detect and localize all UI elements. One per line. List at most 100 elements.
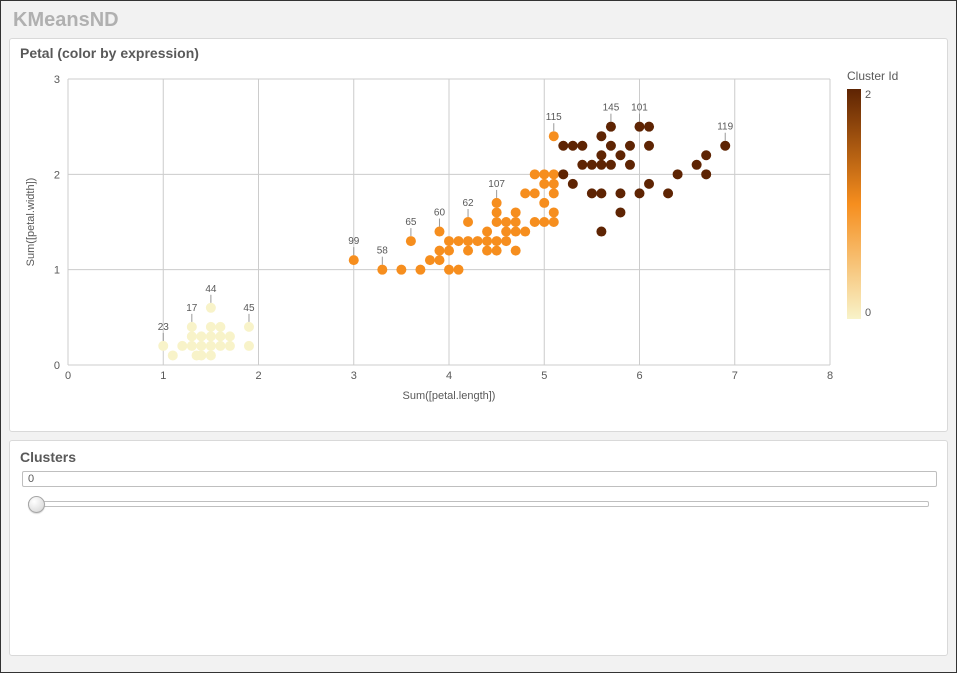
data-point[interactable] xyxy=(244,322,254,332)
data-point[interactable] xyxy=(606,160,616,170)
data-point[interactable] xyxy=(625,141,635,151)
data-point[interactable] xyxy=(492,217,502,227)
scatter-chart[interactable]: 0123456780123Sum([petal.length])Sum([pet… xyxy=(20,65,847,415)
data-point[interactable] xyxy=(701,169,711,179)
data-point[interactable] xyxy=(158,341,168,351)
data-point[interactable] xyxy=(454,265,464,275)
data-point[interactable] xyxy=(482,236,492,246)
data-point[interactable] xyxy=(206,350,216,360)
data-point[interactable] xyxy=(434,246,444,256)
data-point[interactable] xyxy=(196,331,206,341)
data-point[interactable] xyxy=(511,246,521,256)
data-point[interactable] xyxy=(673,169,683,179)
data-point[interactable] xyxy=(530,169,540,179)
data-point[interactable] xyxy=(577,141,587,151)
data-point[interactable] xyxy=(596,188,606,198)
data-point[interactable] xyxy=(187,341,197,351)
data-point[interactable] xyxy=(587,188,597,198)
data-point[interactable] xyxy=(396,265,406,275)
data-point[interactable] xyxy=(511,207,521,217)
data-point[interactable] xyxy=(720,141,730,151)
data-point[interactable] xyxy=(187,322,197,332)
data-point[interactable] xyxy=(177,341,187,351)
data-point[interactable] xyxy=(511,227,521,237)
data-point[interactable] xyxy=(196,350,206,360)
data-point[interactable] xyxy=(596,160,606,170)
data-point[interactable] xyxy=(644,122,654,132)
data-point[interactable] xyxy=(692,160,702,170)
data-point[interactable] xyxy=(511,217,521,227)
data-point[interactable] xyxy=(225,341,235,351)
data-point[interactable] xyxy=(549,217,559,227)
data-point[interactable] xyxy=(549,131,559,141)
data-point[interactable] xyxy=(444,246,454,256)
data-point[interactable] xyxy=(558,141,568,151)
data-point[interactable] xyxy=(463,236,473,246)
data-point[interactable] xyxy=(425,255,435,265)
data-point[interactable] xyxy=(549,188,559,198)
data-point[interactable] xyxy=(539,169,549,179)
data-point[interactable] xyxy=(206,303,216,313)
data-point[interactable] xyxy=(596,131,606,141)
data-point[interactable] xyxy=(434,227,444,237)
data-point[interactable] xyxy=(215,341,225,351)
data-point[interactable] xyxy=(501,217,511,227)
data-point[interactable] xyxy=(635,122,645,132)
data-point[interactable] xyxy=(663,188,673,198)
data-point[interactable] xyxy=(701,150,711,160)
data-point[interactable] xyxy=(530,217,540,227)
data-point[interactable] xyxy=(473,236,483,246)
data-point[interactable] xyxy=(596,227,606,237)
data-point[interactable] xyxy=(492,246,502,256)
data-point[interactable] xyxy=(520,188,530,198)
data-point[interactable] xyxy=(549,179,559,189)
data-point[interactable] xyxy=(215,322,225,332)
data-point[interactable] xyxy=(215,331,225,341)
slider-thumb[interactable] xyxy=(28,496,45,513)
data-point[interactable] xyxy=(587,160,597,170)
data-point[interactable] xyxy=(482,246,492,256)
data-point[interactable] xyxy=(434,255,444,265)
data-point[interactable] xyxy=(377,265,387,275)
data-point[interactable] xyxy=(606,122,616,132)
data-point[interactable] xyxy=(615,188,625,198)
data-point[interactable] xyxy=(492,198,502,208)
data-point[interactable] xyxy=(349,255,359,265)
data-point[interactable] xyxy=(463,217,473,227)
data-point[interactable] xyxy=(615,207,625,217)
data-point[interactable] xyxy=(244,341,254,351)
data-point[interactable] xyxy=(530,188,540,198)
data-point[interactable] xyxy=(415,265,425,275)
data-point[interactable] xyxy=(482,227,492,237)
data-point[interactable] xyxy=(539,217,549,227)
data-point[interactable] xyxy=(454,236,464,246)
data-point[interactable] xyxy=(520,227,530,237)
data-point[interactable] xyxy=(501,236,511,246)
clusters-slider[interactable] xyxy=(28,493,929,513)
data-point[interactable] xyxy=(568,141,578,151)
data-point[interactable] xyxy=(206,322,216,332)
slider-track[interactable] xyxy=(28,501,929,507)
data-point[interactable] xyxy=(501,227,511,237)
data-point[interactable] xyxy=(539,198,549,208)
data-point[interactable] xyxy=(549,169,559,179)
data-point[interactable] xyxy=(615,150,625,160)
data-point[interactable] xyxy=(644,179,654,189)
data-point[interactable] xyxy=(206,341,216,351)
data-point[interactable] xyxy=(549,207,559,217)
data-point[interactable] xyxy=(596,150,606,160)
data-point[interactable] xyxy=(168,350,178,360)
data-point[interactable] xyxy=(644,141,654,151)
data-point[interactable] xyxy=(558,169,568,179)
data-point[interactable] xyxy=(606,141,616,151)
data-point[interactable] xyxy=(206,331,216,341)
data-point[interactable] xyxy=(577,160,587,170)
data-point[interactable] xyxy=(463,246,473,256)
data-point[interactable] xyxy=(568,179,578,189)
data-point[interactable] xyxy=(187,331,197,341)
data-point[interactable] xyxy=(539,179,549,189)
data-point[interactable] xyxy=(635,188,645,198)
data-point[interactable] xyxy=(444,265,454,275)
data-point[interactable] xyxy=(625,160,635,170)
data-point[interactable] xyxy=(492,236,502,246)
